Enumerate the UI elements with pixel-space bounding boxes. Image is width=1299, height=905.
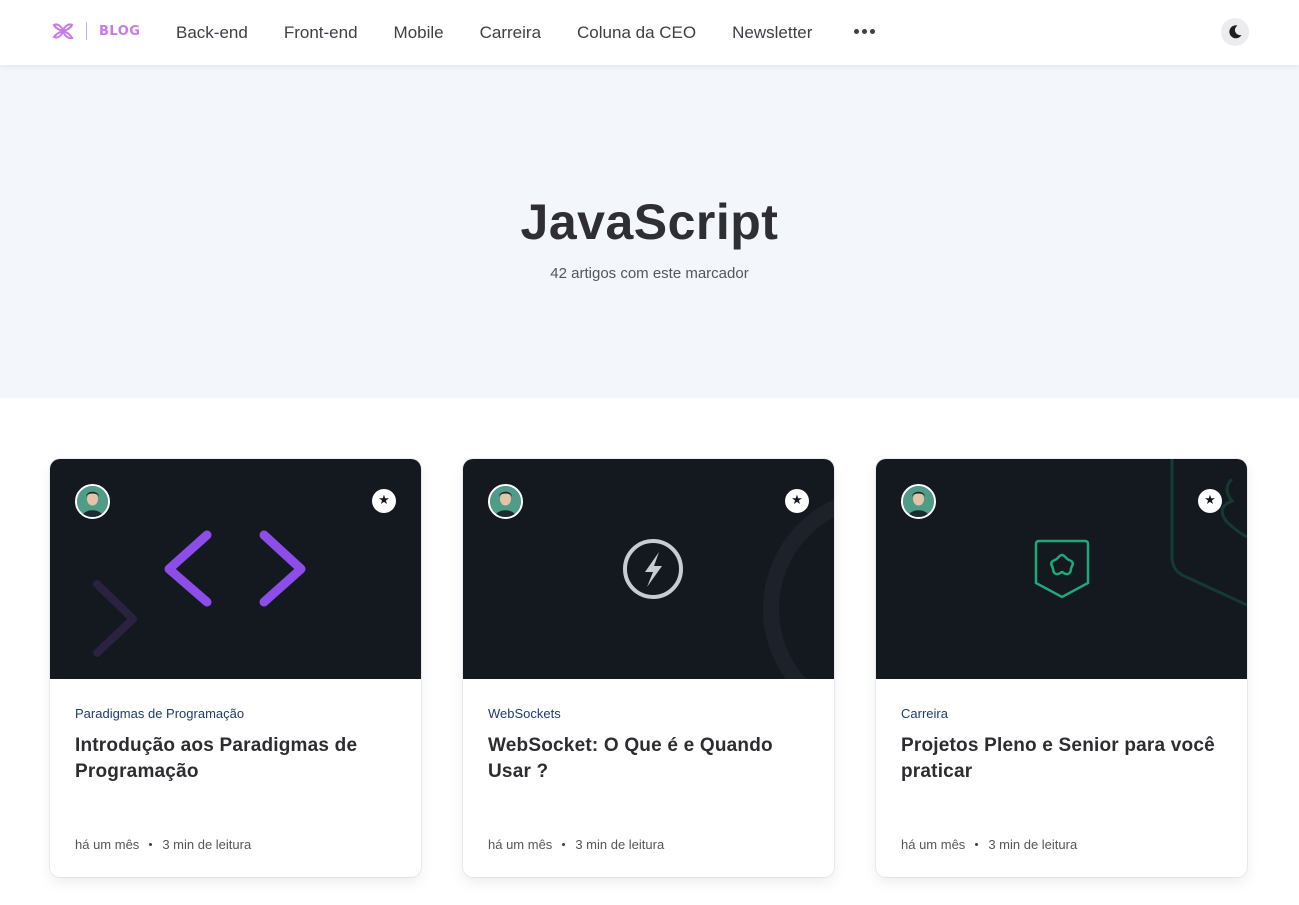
featured-star-icon: ★ [1198,489,1222,513]
card-date: há um mês [488,837,553,852]
nav-item-newsletter[interactable]: Newsletter [732,23,812,43]
author-avatar[interactable] [901,484,936,519]
article-card[interactable]: ★ Paradigmas de Programação Introdução a… [50,459,421,877]
author-avatar[interactable] [75,484,110,519]
card-cover: ★ [463,459,834,679]
more-horizontal-icon[interactable] [854,29,878,34]
card-read-time: 3 min de leitura [988,837,1078,852]
main-nav: Back-end Front-end Mobile Carreira Colun… [176,0,848,65]
article-card[interactable]: ★ WebSockets WebSocket: O Que é e Quando… [463,459,834,877]
theme-toggle-button[interactable] [1221,18,1249,46]
card-date: há um mês [75,837,140,852]
brand-logo-icon [52,23,74,40]
featured-star-icon: ★ [785,489,809,513]
card-title[interactable]: WebSocket: O Que é e Quando Usar ? [488,733,808,785]
nav-item-back-end[interactable]: Back-end [176,23,248,43]
top-header: BLOG Back-end Front-end Mobile Carreira … [0,0,1299,65]
card-meta: há um mês 3 min de leitura [75,837,251,852]
author-avatar[interactable] [488,484,523,519]
card-cover: ★ [50,459,421,679]
featured-star-icon: ★ [372,489,396,513]
nav-item-coluna-da-ceo[interactable]: Coluna da CEO [577,23,696,43]
blog-logo[interactable]: BLOG [52,21,140,41]
moon-icon [1229,25,1242,39]
card-tag[interactable]: WebSockets [488,706,561,721]
meta-separator [975,843,979,846]
card-title[interactable]: Introdução aos Paradigmas de Programação [75,733,395,785]
article-count: 42 artigos com este marcador [550,265,749,282]
card-tag[interactable]: Paradigmas de Programação [75,706,244,721]
card-title[interactable]: Projetos Pleno e Senior para você pratic… [901,733,1221,785]
logo-separator [86,22,87,40]
card-tag[interactable]: Carreira [901,706,948,721]
article-card[interactable]: ★ Carreira Projetos Pleno e Senior para … [876,459,1247,877]
meta-separator [149,843,153,846]
card-read-time: 3 min de leitura [575,837,665,852]
card-date: há um mês [901,837,966,852]
nav-item-mobile[interactable]: Mobile [394,23,444,43]
logo-text: BLOG [99,23,141,39]
card-meta: há um mês 3 min de leitura [488,837,664,852]
page-title: JavaScript [520,194,779,250]
nav-item-carreira[interactable]: Carreira [480,23,541,43]
card-meta: há um mês 3 min de leitura [901,837,1077,852]
nav-item-front-end[interactable]: Front-end [284,23,358,43]
card-read-time: 3 min de leitura [162,837,252,852]
tag-hero: JavaScript 42 artigos com este marcador [0,65,1299,398]
card-cover: ★ [876,459,1247,679]
meta-separator [562,843,566,846]
